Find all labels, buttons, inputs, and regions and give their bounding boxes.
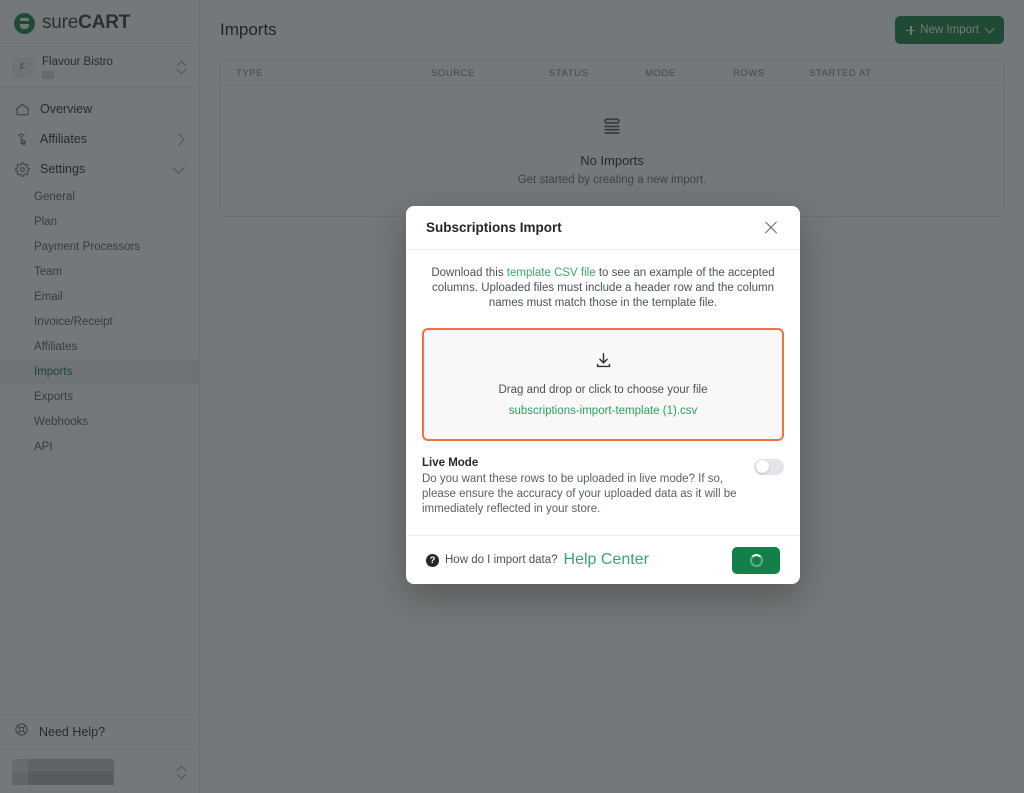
modal-intro-text: Download this template CSV file to see a… (422, 266, 784, 312)
live-mode-title: Live Mode (422, 456, 479, 469)
subscriptions-import-modal: Subscriptions Import Download this templ… (406, 206, 800, 585)
footer-question-text: How do I import data? (445, 554, 558, 567)
live-mode-description: Do you want these rows to be uploaded in… (422, 472, 737, 516)
close-icon[interactable] (762, 219, 780, 237)
live-mode-section: Live Mode Do you want these rows to be u… (422, 457, 784, 536)
loading-spinner-icon (749, 553, 763, 567)
question-mark-circle-icon: ? (426, 553, 439, 567)
modal-title: Subscriptions Import (426, 220, 562, 235)
template-csv-file-link[interactable]: template CSV file (507, 267, 596, 279)
toggle-knob (755, 460, 769, 474)
selected-file-name[interactable]: subscriptions-import-template (1).csv (509, 405, 698, 417)
app-root: sureCART F Flavour Bistro Overview Af (0, 0, 1024, 793)
modal-body: Download this template CSV file to see a… (406, 250, 800, 535)
modal-header: Subscriptions Import (406, 206, 800, 250)
dropzone-hint: Drag and drop or click to choose your fi… (498, 384, 708, 397)
help-center-link[interactable]: Help Center (564, 551, 649, 569)
modal-footer: ? How do I import data? Help Center (406, 535, 800, 584)
live-mode-texts: Live Mode Do you want these rows to be u… (422, 457, 742, 518)
download-tray-icon (594, 351, 613, 375)
submit-import-button[interactable] (732, 546, 780, 574)
live-mode-toggle[interactable] (754, 458, 784, 475)
file-dropzone[interactable]: Drag and drop or click to choose your fi… (422, 327, 784, 441)
intro-text-before: Download this (431, 267, 507, 279)
